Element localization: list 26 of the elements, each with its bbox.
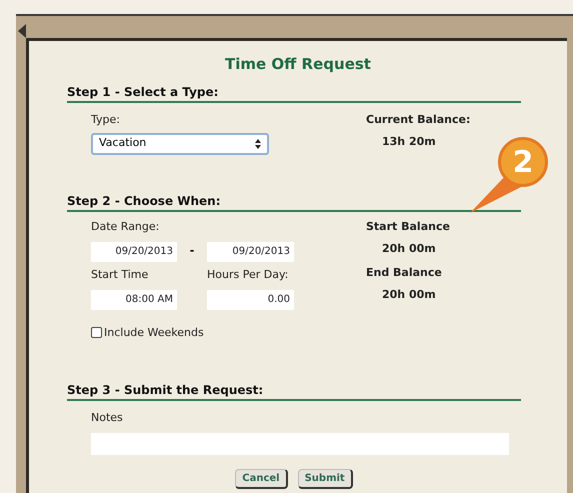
notes-field[interactable] bbox=[91, 432, 509, 454]
input-field[interactable]: 0.00 bbox=[207, 290, 294, 310]
section-heading: Step 1 - Select a Type: bbox=[67, 84, 521, 102]
field-label: End Balance bbox=[366, 266, 443, 280]
weekends-checkbox[interactable] bbox=[91, 327, 102, 338]
balance-value: 20h 00m bbox=[381, 288, 437, 302]
type-dropdown[interactable]: Vacation bbox=[91, 132, 269, 154]
field-label: Hours Per Day: bbox=[207, 268, 288, 282]
date-separator: - bbox=[188, 243, 196, 260]
dialog-button[interactable]: Cancel bbox=[235, 468, 288, 488]
field-label: Date Range: bbox=[91, 220, 160, 234]
field-label: Current Balance: bbox=[366, 112, 472, 126]
field-label: Start Balance bbox=[366, 220, 451, 234]
input-field[interactable]: 09/20/2013 bbox=[207, 242, 294, 262]
field-label: Include Weekends bbox=[103, 326, 204, 340]
dialog-title: Time Off Request bbox=[225, 54, 371, 75]
field-label: Notes bbox=[91, 410, 124, 424]
balance-value: 13h 20m bbox=[381, 134, 437, 148]
dropdown-caret-icon bbox=[255, 138, 261, 148]
dialog-button[interactable]: Submit bbox=[298, 468, 353, 488]
field-label: Start Time bbox=[91, 268, 150, 282]
section-heading: Step 3 - Submit the Request: bbox=[67, 382, 521, 400]
input-field[interactable]: 09/20/2013 bbox=[91, 242, 177, 262]
input-field[interactable]: 08:00 AM bbox=[91, 290, 177, 310]
balance-value: 20h 00m bbox=[381, 242, 437, 256]
field-label: Type: bbox=[91, 112, 121, 126]
